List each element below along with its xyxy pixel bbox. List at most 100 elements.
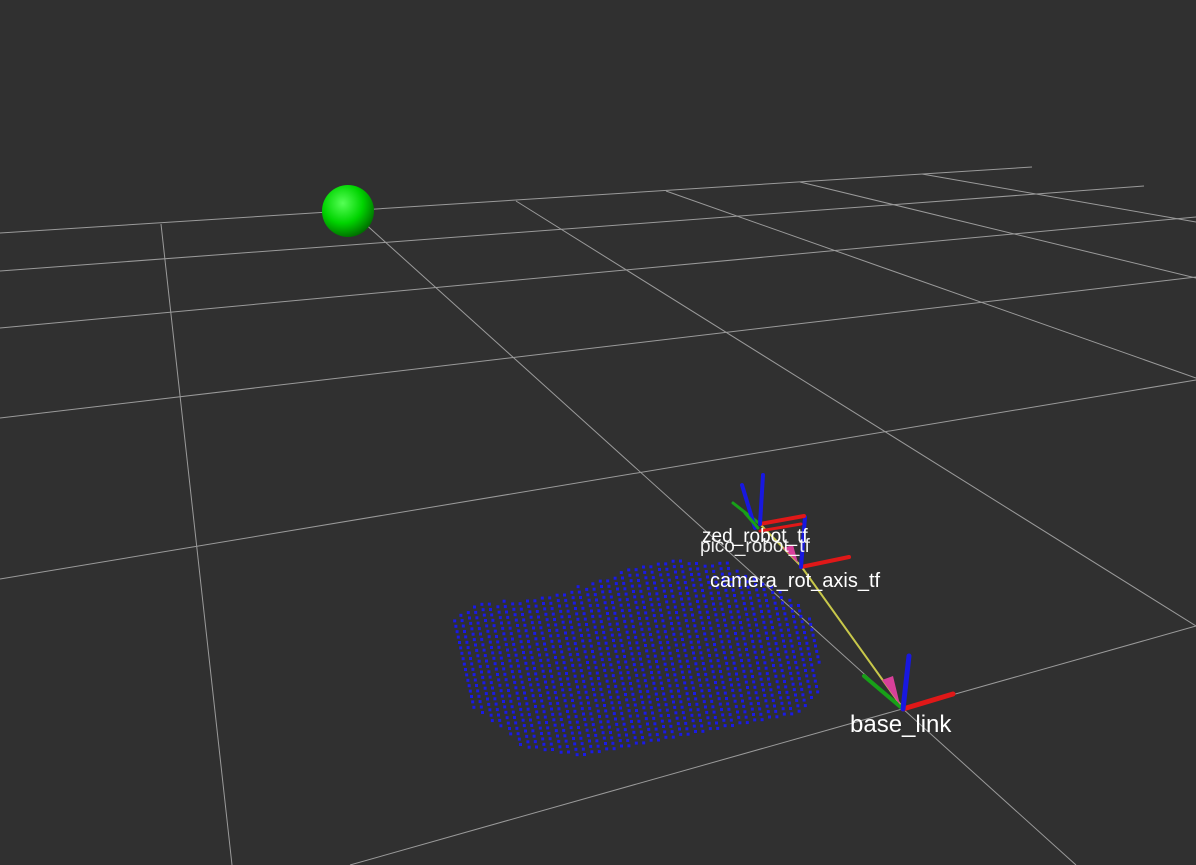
- point-cloud-point: [727, 707, 731, 711]
- point-cloud-point: [776, 685, 780, 689]
- point-cloud-point: [644, 644, 647, 647]
- point-cloud-point: [541, 637, 545, 640]
- point-cloud-point: [598, 579, 602, 583]
- point-cloud-point: [664, 703, 668, 707]
- point-cloud-point: [709, 591, 713, 595]
- point-cloud-point: [584, 655, 588, 659]
- green-sphere[interactable]: [322, 185, 374, 237]
- point-cloud-point: [652, 614, 656, 618]
- point-cloud-point: [661, 651, 665, 655]
- point-cloud-point: [638, 617, 641, 620]
- point-cloud-point: [739, 694, 743, 698]
- point-cloud-point: [783, 680, 786, 683]
- point-cloud-point: [703, 632, 707, 636]
- point-cloud-point: [679, 559, 682, 563]
- point-cloud-point: [617, 733, 621, 737]
- point-cloud-point: [586, 628, 590, 632]
- point-cloud-point: [590, 717, 594, 721]
- point-cloud-point: [517, 664, 520, 668]
- point-cloud-point: [532, 699, 536, 703]
- point-cloud-point: [731, 724, 734, 727]
- point-cloud-point: [521, 686, 525, 690]
- point-cloud-point: [631, 725, 635, 729]
- point-cloud-point: [634, 635, 638, 639]
- point-cloud-point: [700, 656, 704, 660]
- point-cloud-point: [647, 727, 651, 731]
- point-cloud-point: [772, 596, 776, 600]
- point-cloud-point: [563, 666, 567, 670]
- point-cloud-point: [629, 579, 633, 583]
- point-cloud-point: [534, 672, 538, 676]
- point-cloud-point: [530, 723, 534, 727]
- point-cloud-point: [645, 684, 648, 688]
- point-cloud-point: [585, 587, 589, 591]
- point-cloud-point: [771, 626, 774, 629]
- point-cloud-point: [553, 618, 556, 621]
- point-cloud-point: [732, 694, 736, 698]
- point-cloud-point: [502, 599, 506, 603]
- point-cloud-point: [723, 691, 727, 695]
- point-cloud-point: [638, 690, 642, 694]
- point-cloud-point: [483, 686, 487, 690]
- point-cloud-point: [575, 647, 578, 651]
- point-cloud-point: [746, 653, 750, 657]
- point-cloud-point: [546, 691, 550, 695]
- point-cloud-point: [624, 660, 628, 664]
- point-cloud-point: [698, 678, 701, 682]
- point-cloud-point: [635, 709, 638, 712]
- point-cloud-point: [537, 721, 541, 725]
- point-cloud-point: [601, 625, 604, 629]
- point-cloud-point: [782, 639, 785, 643]
- point-cloud-point: [604, 641, 608, 645]
- point-cloud-point: [609, 595, 613, 599]
- point-cloud-point: [586, 661, 589, 664]
- point-cloud-point: [726, 599, 730, 603]
- point-cloud-point: [790, 677, 794, 681]
- point-cloud-point: [520, 713, 524, 717]
- point-cloud-point: [541, 737, 545, 741]
- 3d-viewport[interactable]: zed_robot_tf pico_robot_tf camera_rot_ax…: [0, 0, 1196, 865]
- point-cloud-point: [454, 624, 458, 628]
- point-cloud-point: [667, 578, 671, 582]
- point-cloud-point: [500, 621, 503, 625]
- point-cloud-point: [809, 622, 813, 626]
- point-cloud-point: [644, 611, 648, 615]
- point-cloud-point: [526, 599, 529, 603]
- point-cloud-point: [768, 682, 772, 686]
- point-cloud-point: [511, 602, 515, 606]
- point-cloud-point: [597, 677, 600, 680]
- point-cloud-point: [816, 690, 820, 694]
- point-cloud-point: [534, 637, 538, 641]
- point-cloud-point: [758, 639, 762, 643]
- point-cloud-point: [753, 650, 757, 654]
- point-cloud-point: [574, 607, 577, 610]
- point-cloud-point: [657, 635, 661, 639]
- point-cloud-point: [562, 661, 566, 665]
- point-cloud-point: [474, 610, 478, 614]
- point-cloud-point: [531, 729, 535, 733]
- point-cloud-point: [599, 687, 603, 691]
- sphere-marker[interactable]: [322, 185, 374, 237]
- point-cloud-point: [550, 607, 554, 611]
- point-cloud-point: [536, 648, 540, 652]
- point-cloud-point: [502, 632, 506, 636]
- point-cloud-point: [757, 666, 761, 670]
- point-cloud-point: [527, 640, 530, 643]
- point-cloud-point: [562, 693, 566, 697]
- point-cloud-point: [520, 680, 524, 684]
- point-cloud-point: [615, 622, 619, 626]
- point-cloud-point: [814, 644, 817, 648]
- point-cloud-point: [539, 694, 542, 697]
- point-cloud-point: [593, 593, 597, 597]
- point-cloud-point: [756, 628, 760, 632]
- point-cloud-point: [530, 621, 534, 625]
- point-cloud-point: [705, 643, 709, 647]
- point-cloud-point: [647, 627, 651, 631]
- point-cloud-point: [673, 605, 677, 609]
- point-cloud-point: [790, 609, 794, 613]
- point-cloud-point: [551, 612, 555, 616]
- point-cloud-point: [644, 717, 648, 721]
- point-cloud-point: [612, 712, 616, 716]
- point-cloud-point: [804, 636, 808, 640]
- point-cloud-point: [693, 656, 697, 660]
